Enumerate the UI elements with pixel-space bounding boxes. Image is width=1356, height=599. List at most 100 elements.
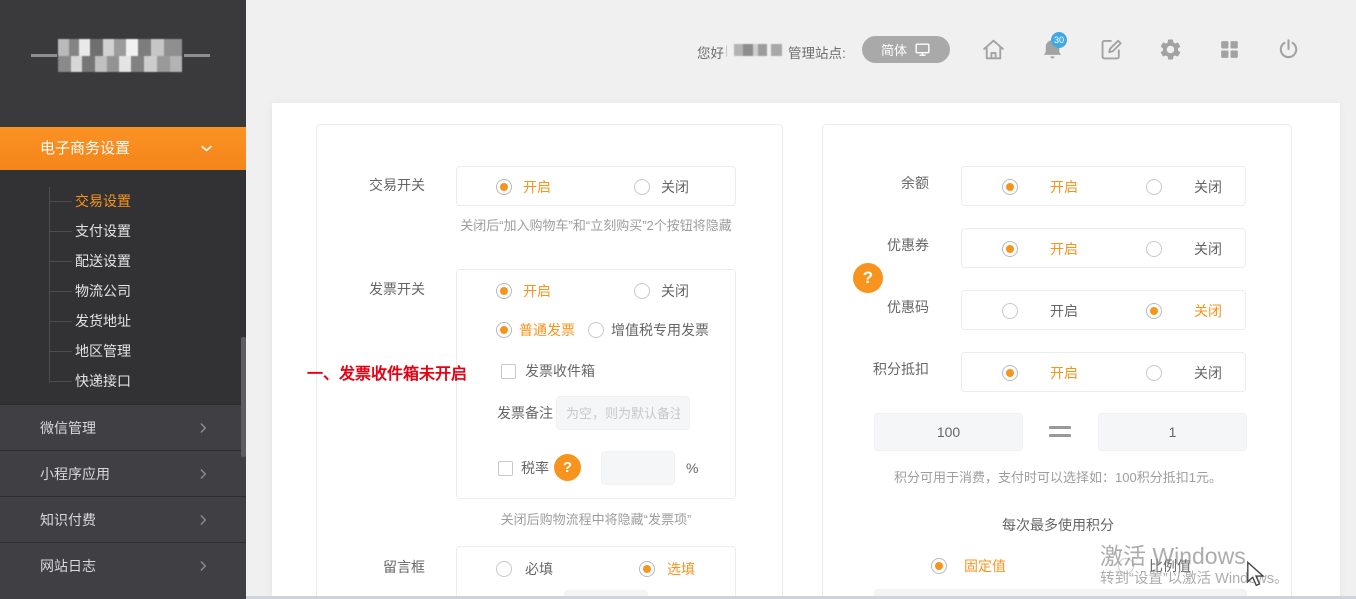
chevron-down-icon (199, 141, 214, 156)
sidebar-groups: 微信管理 小程序应用 知识付费 网站日志 (0, 404, 246, 599)
message-required-radio[interactable] (496, 561, 512, 577)
invoice-off-radio[interactable] (634, 283, 650, 299)
promo-on-label[interactable]: 开启 (1050, 303, 1078, 319)
coupon-off-label[interactable]: 关闭 (1194, 241, 1222, 257)
coupon-help-icon[interactable] (853, 263, 883, 293)
sidebar-item-mini-program[interactable]: 小程序应用 (0, 450, 246, 496)
invoice-switch-control: 开启 关闭 普通发票 增值税专用发票 发票收件箱 发票备注 税率 % (456, 269, 736, 499)
coupon-on-label[interactable]: 开启 (1050, 241, 1078, 257)
manage-site-label: 管理站点: (788, 42, 846, 62)
sidebar-item-region-management[interactable]: 地区管理 (0, 336, 246, 366)
sub-item-label: 交易设置 (75, 193, 131, 209)
money-amount-input[interactable] (1098, 413, 1247, 451)
sidebar-submenu: 交易设置 支付设置 配送设置 物流公司 发货地址 地区管理 快递接口 (0, 170, 246, 404)
fixed-value-label[interactable]: 固定值 (964, 558, 1006, 574)
promo-on-radio[interactable] (1002, 303, 1018, 319)
home-button[interactable] (981, 37, 1006, 62)
gear-icon (1158, 37, 1183, 62)
trade-off-radio[interactable] (634, 179, 650, 195)
points-on-label[interactable]: 开启 (1050, 365, 1078, 381)
coupon-off-radio[interactable] (1146, 241, 1162, 257)
tax-rate-label[interactable]: 税率 (521, 460, 549, 476)
grid-icon (1217, 37, 1242, 62)
tax-rate-input[interactable] (601, 451, 675, 485)
fixed-value-radio[interactable] (931, 558, 947, 574)
balance-on-label[interactable]: 开启 (1050, 179, 1078, 195)
normal-invoice-label[interactable]: 普通发票 (519, 322, 575, 338)
chevron-right-icon (196, 559, 210, 573)
balance-on-radio[interactable] (1002, 179, 1018, 195)
tax-help-icon[interactable] (554, 454, 581, 481)
notifications-button[interactable]: 30 (1040, 37, 1065, 62)
app-window: 电子商务设置 交易设置 支付设置 配送设置 物流公司 发货地址 地区管理 快递接… (0, 0, 1356, 599)
group-item-label: 微信管理 (40, 420, 96, 436)
invoice-off-label[interactable]: 关闭 (661, 283, 689, 299)
notification-badge: 30 (1051, 32, 1067, 48)
invoice-remark-input[interactable] (556, 396, 690, 430)
promo-off-label[interactable]: 关闭 (1194, 303, 1222, 319)
invoice-on-label[interactable]: 开启 (523, 283, 551, 299)
points-off-radio[interactable] (1146, 365, 1162, 381)
points-on-radio[interactable] (1002, 365, 1018, 381)
power-icon (1276, 37, 1301, 62)
normal-invoice-radio[interactable] (496, 322, 512, 338)
coupon-on-radio[interactable] (1002, 241, 1018, 257)
sidebar-item-payment-settings[interactable]: 支付设置 (0, 216, 246, 246)
chevron-right-icon (196, 467, 210, 481)
sub-item-label: 配送设置 (75, 253, 131, 269)
balance-off-radio[interactable] (1146, 179, 1162, 195)
invoice-on-radio[interactable] (496, 283, 512, 299)
balance-control: 开启 关闭 (961, 166, 1246, 206)
sub-item-label: 地区管理 (75, 343, 131, 359)
message-required-label[interactable]: 必填 (525, 561, 553, 577)
sidebar-item-logistics-company[interactable]: 物流公司 (0, 276, 246, 306)
sidebar-item-wechat-management[interactable]: 微信管理 (0, 404, 246, 450)
greeting-text: 您好 (697, 42, 724, 62)
message-optional-label[interactable]: 选填 (667, 561, 695, 577)
sidebar-scrollbar-thumb[interactable] (241, 337, 246, 457)
logout-button[interactable] (1276, 37, 1301, 62)
vat-invoice-label[interactable]: 增值税专用发票 (611, 322, 709, 338)
promo-code-label: 优惠码 (823, 299, 929, 315)
promo-code-control: 开启 关闭 (961, 290, 1246, 330)
sidebar-item-shipping-address[interactable]: 发货地址 (0, 306, 246, 336)
settings-button[interactable] (1158, 37, 1183, 62)
message-optional-radio[interactable] (639, 561, 655, 577)
trade-on-radio[interactable] (496, 179, 512, 195)
points-deduction-control: 开启 关闭 (961, 352, 1246, 392)
max-points-label: 每次最多使用积分 (823, 515, 1293, 535)
sidebar-item-trade-settings[interactable]: 交易设置 (0, 186, 246, 216)
promo-off-radio[interactable] (1146, 303, 1162, 319)
logo-area (0, 0, 246, 127)
invoice-inbox-checkbox[interactable] (501, 364, 516, 379)
invoice-inbox-annotation: 一、发票收件箱未开启 (307, 360, 467, 384)
message-box-control: 必填 选填 (456, 546, 736, 599)
points-off-label[interactable]: 关闭 (1194, 365, 1222, 381)
group-item-label: 知识付费 (40, 512, 96, 528)
vat-invoice-radio[interactable] (588, 322, 604, 338)
tax-rate-checkbox[interactable] (498, 461, 513, 476)
sub-item-label: 物流公司 (75, 283, 131, 299)
trade-on-label[interactable]: 开启 (523, 179, 551, 195)
points-amount-input[interactable] (874, 413, 1023, 451)
trade-off-label[interactable]: 关闭 (661, 179, 689, 195)
invoice-switch-note: 关闭后购物流程中将隐藏“发票项” (456, 510, 736, 530)
edit-button[interactable] (1099, 37, 1124, 62)
invoice-inbox-label[interactable]: 发票收件箱 (525, 363, 595, 379)
sidebar-item-knowledge-pay[interactable]: 知识付费 (0, 496, 246, 542)
home-icon (981, 37, 1006, 62)
sidebar-item-delivery-settings[interactable]: 配送设置 (0, 246, 246, 276)
trade-switch-note: 关闭后“加入购物车”和“立刻购买”2个按钮将隐藏 (456, 216, 736, 236)
sidebar-item-site-log[interactable]: 网站日志 (0, 542, 246, 588)
sidebar-item-ecommerce-settings[interactable]: 电子商务设置 (0, 127, 246, 170)
language-label: 简体 (881, 40, 907, 59)
menu-header-label: 电子商务设置 (40, 140, 130, 157)
language-switch-button[interactable]: 简体 (862, 36, 950, 63)
logo-dash-right (184, 54, 210, 57)
sidebar-item-express-interface[interactable]: 快递接口 (0, 366, 246, 396)
apps-button[interactable] (1217, 37, 1242, 62)
message-box-label: 留言框 (317, 559, 425, 575)
coupon-label: 优惠券 (823, 237, 929, 253)
balance-off-label[interactable]: 关闭 (1194, 179, 1222, 195)
sub-item-label: 快递接口 (75, 373, 131, 389)
